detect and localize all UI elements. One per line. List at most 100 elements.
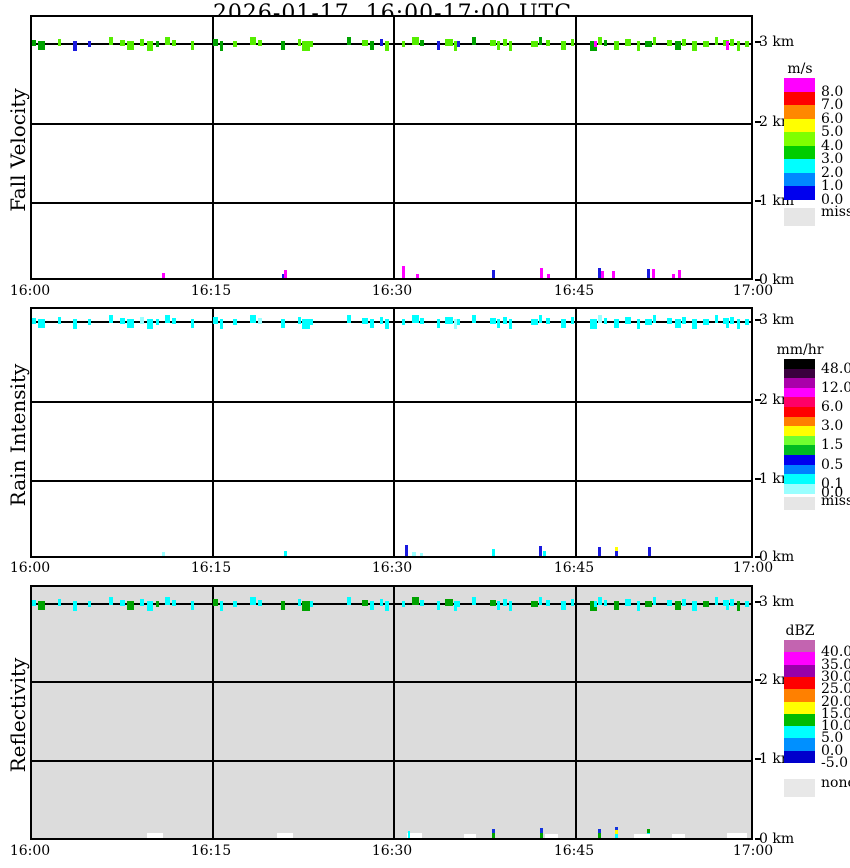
band-mark: [675, 319, 681, 328]
band-mark: [147, 319, 153, 329]
band-mark: [402, 41, 405, 47]
band-mark: [497, 601, 500, 610]
grid-line-horizontal: [32, 202, 751, 204]
bottom-mark: [615, 551, 618, 556]
band-mark: [362, 40, 368, 46]
band-mark: [220, 601, 223, 611]
bottom-mark: [648, 547, 651, 556]
band-mark: [191, 601, 194, 610]
band-mark: [457, 41, 460, 47]
band-mark: [457, 319, 460, 325]
band-mark: [258, 40, 262, 46]
band-mark: [347, 37, 351, 45]
band-mark: [258, 600, 262, 606]
band-mark: [445, 599, 453, 606]
grid-line-horizontal: [32, 681, 751, 683]
band-mark: [88, 319, 91, 325]
band-mark: [156, 41, 159, 47]
bottom-mark: [492, 270, 495, 278]
band-mark: [653, 597, 656, 605]
band-mark: [539, 315, 542, 323]
band-mark: [490, 40, 496, 46]
band-mark: [571, 599, 574, 606]
bottom-mark: [652, 269, 655, 278]
axis-tick: [755, 556, 761, 558]
band-mark: [250, 597, 256, 605]
band-mark: [472, 597, 476, 605]
panel-reflectivity: [30, 585, 753, 840]
grid-line-horizontal: [32, 123, 751, 125]
band-mark: [220, 319, 223, 329]
bottom-mark: [601, 271, 604, 278]
band-mark: [614, 601, 619, 610]
x-tick-label: 16:45: [549, 560, 599, 576]
band-mark: [127, 601, 134, 610]
band-mark: [726, 601, 729, 610]
band-mark: [625, 39, 631, 46]
bottom-mark: [492, 829, 495, 833]
band-mark: [675, 41, 681, 50]
bottom-mark: [162, 273, 165, 278]
band-mark: [310, 41, 313, 47]
band-mark: [233, 601, 237, 607]
band-mark: [692, 41, 697, 51]
band-mark: [140, 317, 144, 324]
band-mark: [509, 319, 512, 329]
band-mark: [109, 37, 113, 45]
band-mark: [140, 599, 144, 606]
axis-tick: [755, 121, 761, 123]
band-mark: [310, 319, 313, 325]
band-mark: [653, 315, 656, 323]
band-mark: [682, 317, 686, 324]
band-mark: [172, 318, 176, 324]
x-tick-label: 16:30: [367, 843, 417, 859]
legend-cell: [784, 388, 815, 398]
band-mark: [58, 317, 61, 324]
band-mark: [604, 600, 607, 606]
legend-cell: [784, 359, 815, 369]
bottom-mark: [540, 828, 543, 833]
grid-line-vertical: [212, 309, 214, 556]
band-mark: [497, 319, 500, 328]
band-mark: [437, 601, 440, 610]
band-mark: [88, 41, 91, 47]
bottom-mark: [539, 546, 542, 556]
grid-line-vertical: [575, 587, 577, 838]
band-mark: [362, 318, 368, 324]
band-mark: [571, 317, 574, 324]
band-mark: [38, 601, 45, 610]
band-mark: [561, 319, 566, 328]
bottom-mark: [598, 547, 601, 556]
bottom-mark: [547, 274, 550, 278]
band-mark: [490, 318, 496, 324]
legend-miss-label: miss: [821, 493, 850, 509]
legend-cell: [784, 455, 815, 465]
band-mark: [625, 599, 631, 606]
legend-cell: [784, 146, 815, 160]
band-mark: [703, 319, 709, 325]
bottom-mark: [408, 831, 410, 838]
grid-line-vertical: [212, 17, 214, 278]
legend-cell: [784, 397, 815, 407]
x-tick-label: 16:15: [186, 843, 236, 859]
band-mark: [191, 41, 194, 50]
bottom-mark: [492, 833, 495, 838]
y-axis-label: Fall Velocity: [6, 70, 30, 230]
band-mark: [637, 319, 640, 329]
axis-tick: [755, 601, 761, 603]
band-mark: [682, 599, 686, 606]
band-mark: [445, 39, 453, 46]
band-mark: [302, 601, 310, 611]
band-mark: [380, 317, 383, 324]
band-mark: [412, 597, 419, 605]
bottom-mark: [598, 833, 601, 838]
bottom-mark: [615, 547, 618, 551]
axis-tick: [755, 399, 761, 401]
band-mark: [703, 41, 709, 47]
band-mark: [472, 37, 476, 45]
x-tick-label: 16:45: [549, 283, 599, 299]
bottom-mark: [464, 834, 476, 838]
band-mark: [667, 600, 672, 606]
bottom-mark: [284, 270, 287, 278]
panel-fall-velocity: [30, 15, 753, 280]
